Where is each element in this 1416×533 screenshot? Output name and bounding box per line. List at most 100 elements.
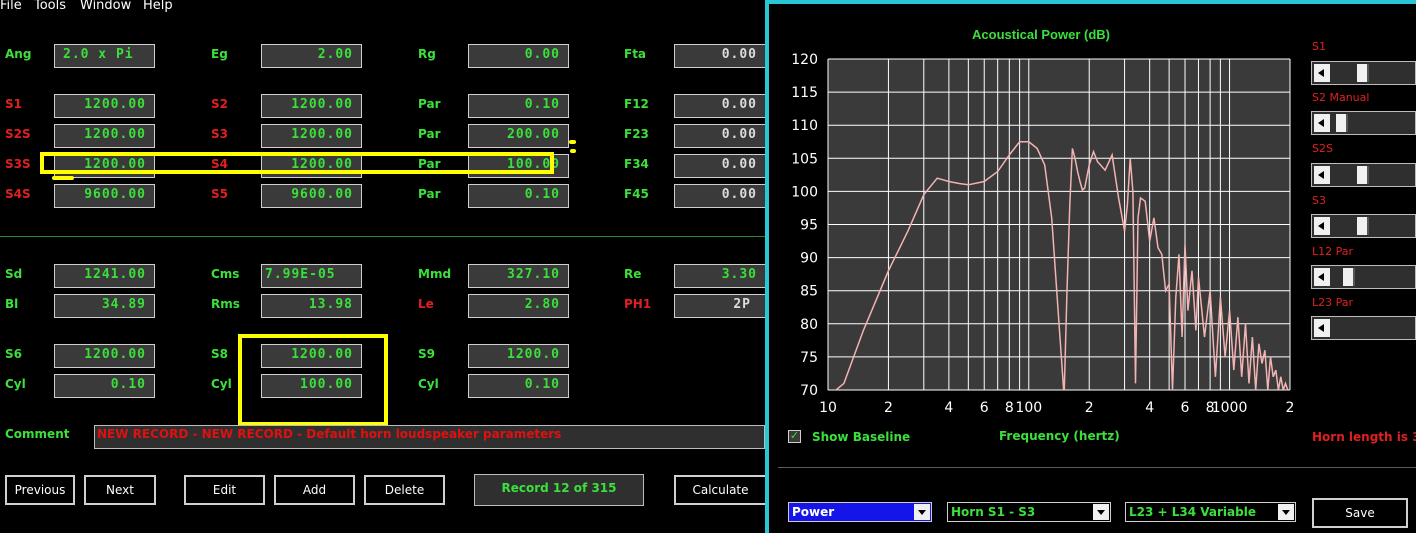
rms-field[interactable]: 13.98 [261, 294, 362, 318]
menu-help[interactable]: Help [143, 0, 173, 13]
slider-s1[interactable] [1311, 61, 1416, 85]
previous-button[interactable]: Previous [5, 475, 75, 505]
fta-field[interactable]: 0.00 [674, 44, 765, 68]
eg-field[interactable]: 2.00 [261, 44, 362, 68]
x-tick-label: 2 [884, 400, 893, 416]
highlight-mark-right-1 [569, 140, 576, 144]
f23-field[interactable]: 0.00 [674, 124, 765, 148]
par23-label: Par [418, 127, 441, 141]
par23-field[interactable]: 200.00 [468, 124, 569, 148]
chevron-down-icon[interactable] [1278, 504, 1294, 520]
x-tick-label: 8 [1005, 400, 1014, 416]
y-tick-label: 115 [791, 85, 818, 101]
menu-window[interactable]: Window [80, 0, 131, 13]
arrow-left-icon[interactable] [1314, 64, 1330, 82]
x-tick-label: 4 [1145, 400, 1154, 416]
f45-field[interactable]: 0.00 [674, 184, 765, 208]
frequency-axis-label: Frequency (hertz) [999, 429, 1120, 443]
slider-l12[interactable] [1311, 265, 1416, 289]
le-field[interactable]: 2.80 [468, 294, 569, 318]
f34-field[interactable]: 0.00 [674, 154, 765, 178]
s2s-label: S2S [5, 127, 31, 141]
slider-thumb[interactable] [1342, 268, 1355, 286]
horn-value: Horn S1 - S3 [951, 505, 1036, 519]
rms-label: Rms [211, 297, 240, 311]
chevron-down-icon[interactable] [914, 504, 930, 520]
highlight-mark-right-2 [570, 149, 576, 153]
slider-thumb[interactable] [1356, 64, 1369, 82]
s9-field[interactable]: 1200.0 [468, 344, 569, 368]
eg-label: Eg [211, 47, 228, 61]
ang-field[interactable]: 2.0 x Pi [54, 44, 155, 68]
s4s-label: S4S [5, 187, 31, 201]
sd-label: Sd [5, 267, 23, 281]
record-status: Record 12 of 315 [474, 474, 644, 506]
show-baseline-label[interactable]: Show Baseline [812, 430, 910, 444]
arrow-left-icon[interactable] [1314, 319, 1330, 337]
f12-field[interactable]: 0.00 [674, 94, 765, 118]
s2s-field[interactable]: 1200.00 [54, 124, 155, 148]
s6-field[interactable]: 1200.00 [54, 344, 155, 368]
f12-label: F12 [624, 97, 649, 111]
comment-field[interactable]: NEW RECORD - NEW RECORD - Default horn l… [94, 425, 765, 449]
horn-dropdown[interactable]: Horn S1 - S3 [947, 502, 1111, 522]
par12-label: Par [418, 97, 441, 111]
s1-field[interactable]: 1200.00 [54, 94, 155, 118]
slider-s3[interactable] [1311, 214, 1416, 238]
slider-label-l23: L23 Par [1312, 296, 1354, 309]
slider-l23[interactable] [1311, 316, 1416, 340]
cyl1-field[interactable]: 0.10 [54, 374, 155, 398]
s6-label: S6 [5, 347, 22, 361]
cyl3-field[interactable]: 0.10 [468, 374, 569, 398]
y-tick-label: 80 [800, 317, 818, 333]
save-button[interactable]: Save [1312, 498, 1408, 528]
arrow-left-icon[interactable] [1314, 268, 1330, 286]
arrow-left-icon[interactable] [1314, 114, 1330, 132]
slider-label-s3: S3 [1312, 194, 1326, 207]
chart-title: Acoustical Power (dB) [972, 27, 1110, 42]
add-button[interactable]: Add [274, 475, 355, 505]
f34-label: F34 [624, 157, 649, 171]
x-tick-label: 1000 [1212, 400, 1248, 416]
cms-field[interactable]: 7.99E-05 [261, 264, 362, 288]
re-field[interactable]: 3.30 [674, 264, 765, 288]
s5-field[interactable]: 9600.00 [261, 184, 362, 208]
variable-dropdown[interactable]: L23 + L34 Variable [1125, 502, 1296, 522]
calculate-button[interactable]: Calculate [674, 475, 765, 505]
par12-field[interactable]: 0.10 [468, 94, 569, 118]
s3-field[interactable]: 1200.00 [261, 124, 362, 148]
f23-label: F23 [624, 127, 649, 141]
y-tick-label: 85 [800, 284, 818, 300]
par45-label: Par [418, 187, 441, 201]
s9-label: S9 [418, 347, 435, 361]
bl-field[interactable]: 34.89 [54, 294, 155, 318]
x-tick-label: 4 [944, 400, 953, 416]
mmd-field[interactable]: 327.10 [468, 264, 569, 288]
rg-field[interactable]: 0.00 [468, 44, 569, 68]
slider-s2[interactable] [1311, 111, 1416, 135]
slider-thumb[interactable] [1356, 166, 1369, 184]
y-tick-label: 105 [791, 151, 818, 167]
arrow-left-icon[interactable] [1314, 217, 1330, 235]
menu-tools[interactable]: Tools [34, 0, 66, 13]
next-button[interactable]: Next [84, 475, 156, 505]
show-baseline-checkbox[interactable]: ✓ [788, 430, 801, 443]
edit-button[interactable]: Edit [184, 475, 265, 505]
slider-thumb[interactable] [1335, 114, 1348, 132]
sd-field[interactable]: 1241.00 [54, 264, 155, 288]
mode-dropdown[interactable]: Power [788, 502, 932, 522]
par45-field[interactable]: 0.10 [468, 184, 569, 208]
chevron-down-icon[interactable] [1093, 504, 1109, 520]
cyl1-label: Cyl [5, 377, 26, 391]
arrow-left-icon[interactable] [1314, 166, 1330, 184]
slider-thumb[interactable] [1356, 217, 1369, 235]
s4s-field[interactable]: 9600.00 [54, 184, 155, 208]
y-tick-label: 95 [800, 218, 818, 234]
ph1-field[interactable]: 2P [674, 294, 765, 318]
delete-button[interactable]: Delete [364, 475, 445, 505]
s2-field[interactable]: 1200.00 [261, 94, 362, 118]
slider-s2s[interactable] [1311, 163, 1416, 187]
menu-file[interactable]: File [0, 0, 22, 13]
x-tick-label: 10 [819, 400, 837, 416]
mmd-label: Mmd [418, 267, 452, 281]
